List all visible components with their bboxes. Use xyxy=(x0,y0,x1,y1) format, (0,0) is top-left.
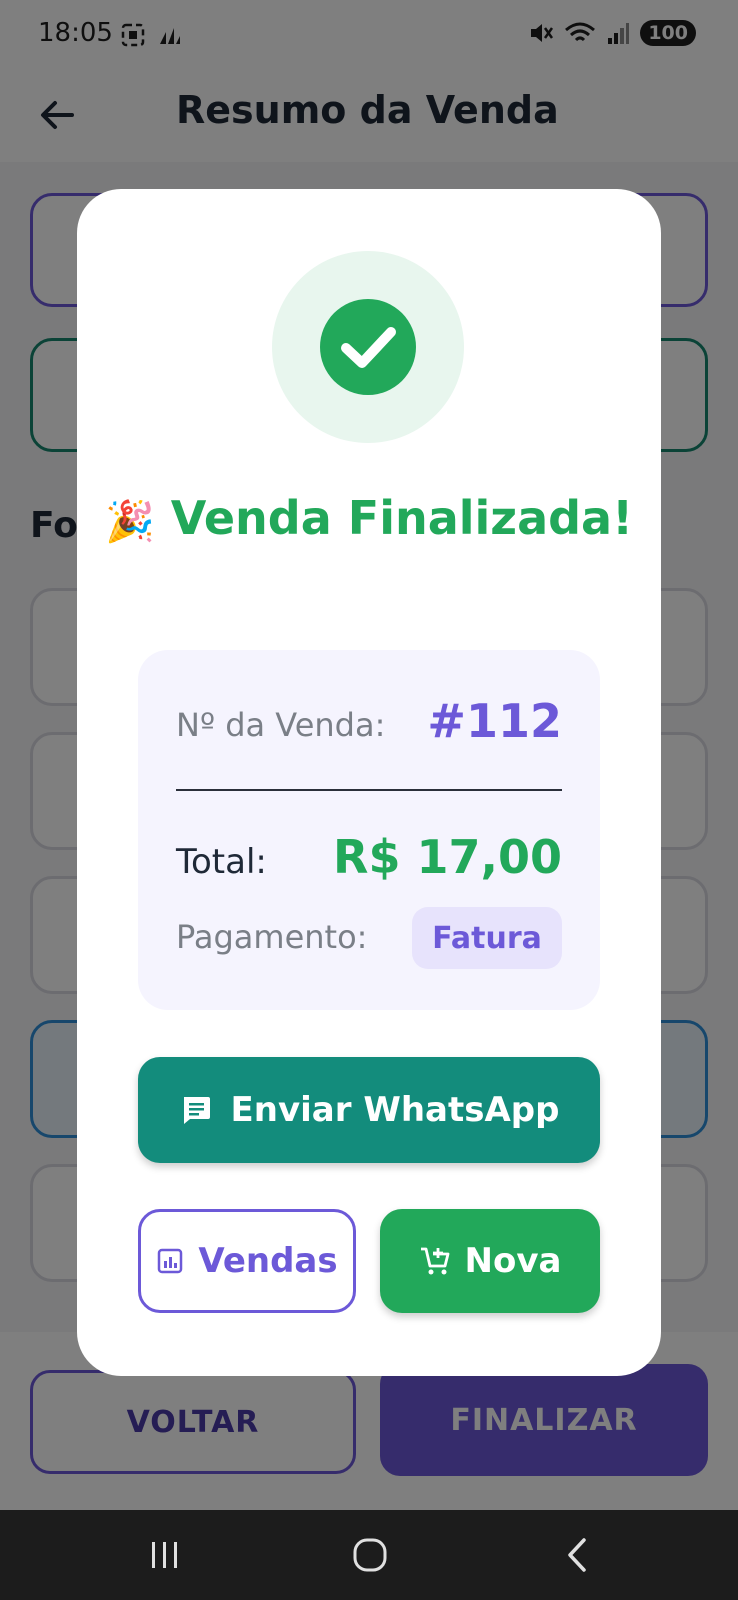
home-icon[interactable] xyxy=(345,1530,395,1580)
sale-summary: Nº da Venda: #112 Total: R$ 17,00 Pagame… xyxy=(138,650,600,1010)
sale-number: #112 xyxy=(427,694,562,748)
system-nav-bar xyxy=(0,1510,738,1600)
sales-label: Vendas xyxy=(198,1241,338,1281)
send-whatsapp-button[interactable]: Enviar WhatsApp xyxy=(138,1057,600,1163)
dialog-title: 🎉 Venda Finalizada! xyxy=(77,489,661,551)
add-cart-icon xyxy=(420,1247,449,1275)
bar-chart-icon xyxy=(158,1248,183,1274)
send-whatsapp-label: Enviar WhatsApp xyxy=(230,1090,560,1130)
new-sale-label: Nova xyxy=(464,1241,562,1281)
payment-label: Pagamento: xyxy=(176,918,368,956)
total-label: Total: xyxy=(176,842,267,882)
new-sale-button[interactable]: Nova xyxy=(380,1209,600,1313)
total-value: R$ 17,00 xyxy=(333,830,562,884)
success-dialog: 🎉 Venda Finalizada! Nº da Venda: #112 To… xyxy=(77,189,661,1376)
sale-number-label: Nº da Venda: xyxy=(176,706,386,744)
success-check-circle xyxy=(320,299,416,395)
app-screen: 18:05 xyxy=(0,0,738,1600)
check-icon xyxy=(341,327,396,368)
dialog-title-text: Venda Finalizada! xyxy=(170,491,634,545)
party-popper-icon: 🎉 xyxy=(104,498,155,545)
recent-apps-icon[interactable] xyxy=(140,1530,190,1580)
payment-method-badge: Fatura xyxy=(412,907,562,969)
success-halo xyxy=(272,251,464,443)
nav-back-icon[interactable] xyxy=(553,1530,603,1580)
message-icon xyxy=(183,1097,210,1124)
sales-button[interactable]: Vendas xyxy=(138,1209,356,1313)
summary-divider xyxy=(176,789,562,791)
